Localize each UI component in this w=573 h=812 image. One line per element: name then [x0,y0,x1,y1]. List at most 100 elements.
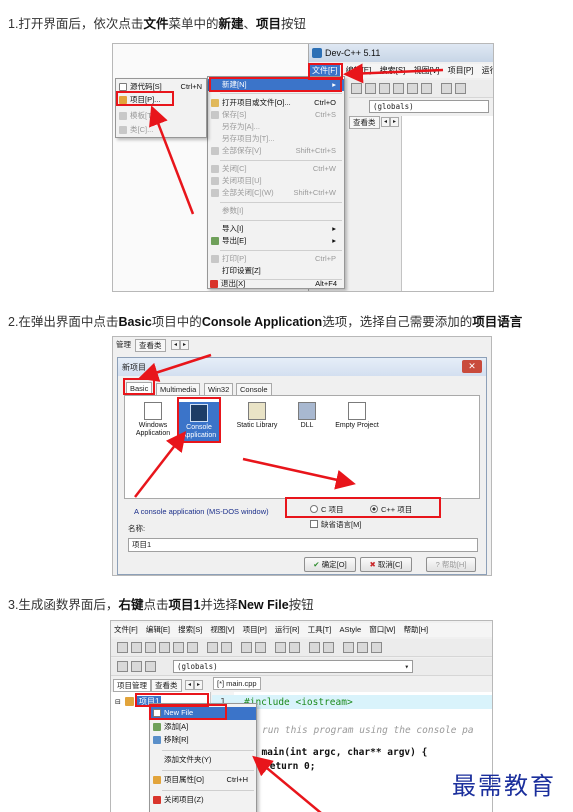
menu-window[interactable]: 窗口[W] [366,623,398,637]
stop-icon[interactable] [323,642,334,653]
project-add-icon[interactable] [117,661,128,672]
tab-scroll-left-icon[interactable]: ◂ [171,340,180,350]
menu-tools[interactable]: 工具[T] [305,623,335,637]
file-menu-save-project-as: 另存项目为[T]... [222,134,275,143]
ctx-remove[interactable]: 移除[R] [150,734,256,746]
project-remove-icon[interactable] [131,661,142,672]
tab-scroll-right-icon[interactable]: ▸ [390,117,399,127]
tab-class-view[interactable]: 查看类 [135,339,166,352]
save-all-icon [211,147,219,155]
cancel-button[interactable]: ✖ 取消[C] [360,557,412,572]
ctx-close-project[interactable]: 关闭项目(Z) [150,794,256,806]
tab-project-manager[interactable]: 项目管理 [113,679,151,692]
tab-manage[interactable]: 管理 [113,339,134,352]
file-menu-export[interactable]: 导出[E] ▸ [208,235,344,247]
remove-icon [153,736,161,744]
redo-icon[interactable] [221,642,232,653]
save-icon[interactable] [145,642,156,653]
file-menu-close: 关闭[C] Ctrl+W [208,163,344,175]
item-dll[interactable]: DLL [279,402,335,430]
tab-scroll-left-icon[interactable]: ◂ [381,117,390,127]
redo-icon[interactable] [455,83,466,94]
close-icon[interactable] [173,642,184,653]
project-name-input[interactable]: 项目1 [128,538,478,552]
layout-icon[interactable] [357,642,368,653]
print-icon[interactable] [187,642,198,653]
item-static-library[interactable]: Static Library [229,402,285,430]
help-icon: ? [435,560,440,569]
tab-scroll-right-icon[interactable]: ▸ [180,340,189,350]
open-icon[interactable] [131,642,142,653]
save-all-icon[interactable] [393,83,404,94]
print-icon[interactable] [421,83,432,94]
save-icon [211,111,219,119]
replace-icon[interactable] [255,642,266,653]
help-button[interactable]: ? 帮助[H] [426,557,476,572]
file-menu-save-all: 全部保存[V] Shift+Ctrl+S [208,145,344,157]
tab-scroll-left-icon[interactable]: ◂ [185,680,194,690]
globals-dropdown[interactable]: (globals) ▾ [173,660,413,673]
save-all-icon[interactable] [159,642,170,653]
close-icon[interactable] [407,83,418,94]
file-menu-print-setup[interactable]: 打印设置[Z] [208,265,344,277]
class-icon [119,126,127,134]
project-icon [125,697,134,706]
source-file-icon [119,83,127,91]
new-icon[interactable] [117,642,128,653]
file-menu-open[interactable]: 打开项目或文件[O]... Ctrl+O [208,97,344,109]
grid-icon[interactable] [343,642,354,653]
code-line-return: return 0; [264,761,316,772]
screenshot-3: 文件[F] 编辑[E] 搜索[S] 视图[V] 项目[P] 运行[R] 工具[T… [110,620,493,812]
menu-file[interactable]: 文件[F] [111,623,141,637]
ctx-add-folder[interactable]: 添加文件夹(Y) [150,754,256,766]
default-language-checkbox[interactable] [310,520,318,528]
menu-project[interactable]: 项目[P] [445,64,477,78]
tab-class-view[interactable]: 查看类 [151,679,182,692]
item-empty-project[interactable]: Empty Project [329,402,385,430]
compile-icon[interactable] [275,642,286,653]
open-icon[interactable] [365,83,376,94]
menu-run[interactable]: 运行 [479,64,493,78]
menu-search[interactable]: 搜索[S] [175,623,205,637]
tree-expand-icon[interactable]: ⊟ [115,698,121,706]
template-icon [119,112,127,120]
close-icon[interactable]: ✕ [462,360,482,373]
ctx-add[interactable]: 添加[A] [150,721,256,733]
save-icon[interactable] [379,83,390,94]
tab-scroll-right-icon[interactable]: ▸ [194,680,203,690]
ok-button[interactable]: ✔ 确定[O] [304,557,356,572]
step2-caption: 2.在弹出界面中点击Basic项目中的Console Application选项… [8,315,523,329]
editor-tab-main-cpp[interactable]: [*] main.cpp [213,677,261,690]
file-menu-exit[interactable]: 退出[X] Alt+F4 [207,278,345,290]
step1-caption: 1.打开界面后，依次点击文件菜单中的新建、项目按钮 [8,17,307,31]
new-icon[interactable] [351,83,362,94]
export-icon [211,237,219,245]
menu-edit[interactable]: 编辑[E] [143,623,173,637]
ctx-project-properties[interactable]: 项目属性[O] Ctrl+H [150,774,256,786]
menu-run[interactable]: 运行[R] [272,623,303,637]
app-icon [312,48,322,58]
item-windows-application[interactable]: Windows Application [125,402,181,438]
undo-icon[interactable] [207,642,218,653]
menu-edit[interactable]: 编辑[E] [343,64,375,78]
submenu-class: 类[C]... [116,124,206,136]
menu-project[interactable]: 项目[P] [240,623,270,637]
project-options-icon[interactable] [145,661,156,672]
highlight-console-app [177,397,221,443]
file-menu-import[interactable]: 导入[I] ▸ [208,223,344,235]
run-icon[interactable] [289,642,300,653]
debug-icon[interactable] [309,642,320,653]
windows-icon[interactable] [371,642,382,653]
menu-search[interactable]: 搜索[S] [377,64,409,78]
menu-astyle[interactable]: AStyle [336,623,364,637]
menu-view[interactable]: 视图[V] [207,623,237,637]
find-icon[interactable] [241,642,252,653]
new-submenu: 源代码[S] Ctrl+N 项目[P]... 模板[T]... 类[C]... [115,78,207,138]
tab-class-view[interactable]: 查看类 [349,116,380,129]
menu-view[interactable]: 视图[V] [411,64,443,78]
check-icon: ✔ [313,560,320,569]
globals-dropdown[interactable]: (globals) [369,100,489,113]
undo-icon[interactable] [441,83,452,94]
static-library-icon [248,402,266,420]
menu-help[interactable]: 帮助[H] [401,623,432,637]
